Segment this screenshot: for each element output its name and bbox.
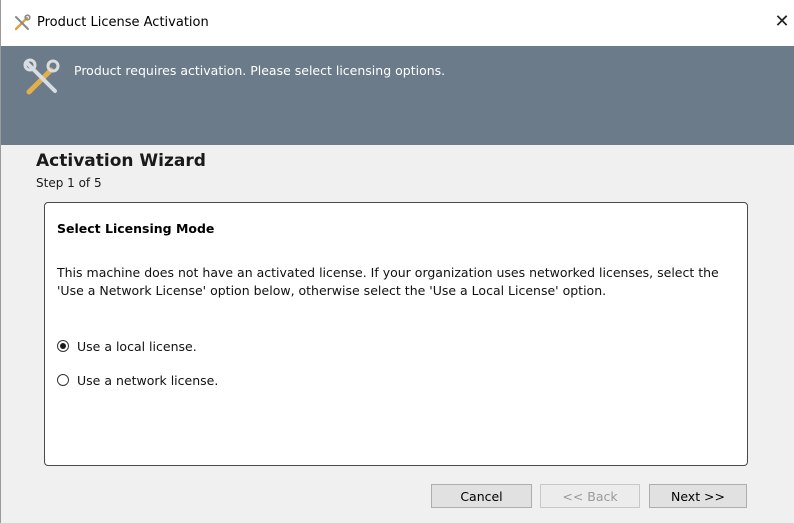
local-license-label[interactable]: Use a local license. [77, 339, 197, 354]
network-license-label[interactable]: Use a network license. [77, 373, 218, 388]
panel-title: Select Licensing Mode [57, 221, 215, 236]
title-bar: Product License Activation ✕ [1, 0, 794, 46]
panel-description: This machine does not have an activated … [57, 265, 719, 298]
wizard-step-indicator: Step 1 of 5 [36, 176, 102, 190]
window-title: Product License Activation [37, 15, 209, 30]
local-license-option[interactable]: Use a local license. [57, 337, 197, 355]
back-button[interactable]: << Back [540, 484, 640, 508]
tools-icon [23, 58, 60, 95]
wizard-title: Activation Wizard [36, 151, 206, 171]
cancel-button[interactable]: Cancel [431, 484, 532, 508]
network-license-option[interactable]: Use a network license. [57, 371, 218, 389]
network-license-radio[interactable] [57, 374, 69, 386]
close-button[interactable]: ✕ [769, 9, 794, 35]
banner-message: Product requires activation. Please sele… [74, 63, 446, 78]
licensing-mode-panel: Select Licensing Mode This machine does … [44, 202, 748, 466]
header-banner: Product requires activation. Please sele… [1, 46, 794, 145]
local-license-radio[interactable] [57, 340, 69, 352]
tools-icon [14, 14, 31, 31]
next-button[interactable]: Next >> [649, 484, 747, 508]
license-activation-window: Product License Activation ✕ Product req… [0, 0, 794, 523]
